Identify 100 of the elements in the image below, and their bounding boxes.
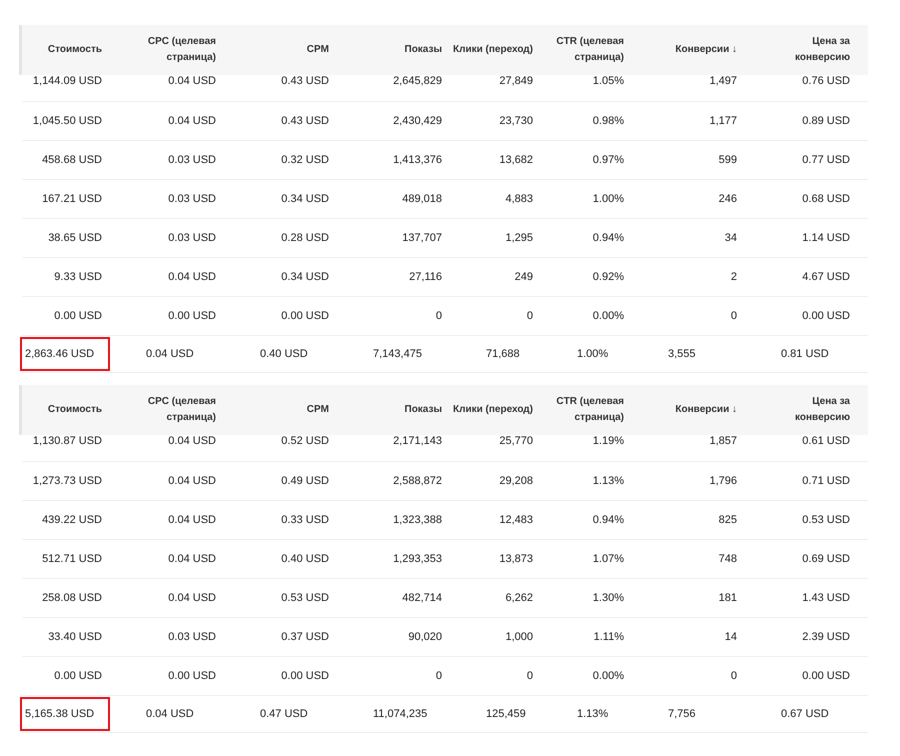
table-cell-text: 0.04 USD xyxy=(167,271,216,283)
table-cell-text: 0.40 USD xyxy=(280,553,329,565)
table-cell-text: 0.97% xyxy=(592,154,624,166)
table-cell-text: 0.33 USD xyxy=(280,514,329,526)
table-cell-text: 0.00 USD xyxy=(280,310,329,322)
table-cell-text: 0.00 USD xyxy=(167,310,216,322)
column-header[interactable]: Показы xyxy=(404,402,442,418)
column-header[interactable]: CPM xyxy=(306,402,329,418)
table-cell-text: 1.30% xyxy=(592,592,624,604)
table-cell-text: 0.00 USD xyxy=(801,670,850,682)
table-cell-text: 9.33 USD xyxy=(53,271,102,283)
total-cell-text: 0.04 USD xyxy=(145,708,195,720)
column-header[interactable]: Конверсии ↓ xyxy=(675,402,737,418)
table-cell-text: 0.03 USD xyxy=(167,193,216,205)
table-cell-text: 29,208 xyxy=(498,475,533,487)
table-cell-text: 0.71 USD xyxy=(801,475,850,487)
table-cell-text: 0.61 USD xyxy=(801,435,850,447)
column-header[interactable]: Цена за конверсию xyxy=(766,394,850,426)
table-cell-text: 90,020 xyxy=(407,631,442,643)
table-cell-text: 1.07% xyxy=(592,553,624,565)
table-cell-text: 246 xyxy=(718,193,737,205)
total-cell-text: 125,459 xyxy=(485,708,527,720)
table-cell-text: 1,323,388 xyxy=(392,514,442,526)
total-cell-text: 3,555 xyxy=(667,348,697,360)
table-cell-text: 1.00% xyxy=(592,193,624,205)
table-cell-text: 0.03 USD xyxy=(167,154,216,166)
column-header[interactable]: Конверсии ↓ xyxy=(675,42,737,58)
table-cell-text: 14 xyxy=(724,631,737,643)
column-header[interactable]: CTR (целевая страница) xyxy=(540,394,624,426)
table-cell-text: 1,177 xyxy=(708,115,737,127)
table-cell-text: 0.68 USD xyxy=(801,193,850,205)
column-header[interactable]: CPM xyxy=(306,42,329,58)
table-cell-text: 1,293,353 xyxy=(392,553,442,565)
table-cell-text: 0.04 USD xyxy=(167,514,216,526)
table-cell-text: 1,796 xyxy=(708,475,737,487)
total-cell-text: 0.04 USD xyxy=(145,348,195,360)
total-cell-text: 0.40 USD xyxy=(259,348,309,360)
column-header[interactable]: CTR (целевая страница) xyxy=(540,34,624,66)
table-cell-text: 0 xyxy=(730,670,737,682)
table-cell-text: 0.34 USD xyxy=(280,193,329,205)
table-cell-text: 0.98% xyxy=(592,115,624,127)
table-cell-text: 23,730 xyxy=(498,115,533,127)
table-cell-text: 1.43 USD xyxy=(801,592,850,604)
total-cell-text: 71,688 xyxy=(485,348,521,360)
total-cell-text: 1.13% xyxy=(576,708,610,720)
column-header[interactable]: Стоимость xyxy=(48,402,102,418)
table-cell-text: 2 xyxy=(730,271,737,283)
table-cell-text: 1,130.87 USD xyxy=(32,435,102,447)
table-cell-text: 0 xyxy=(434,670,442,682)
table-cell-text: 4.67 USD xyxy=(801,271,850,283)
table-cell-text: 0.53 USD xyxy=(280,592,329,604)
column-header[interactable]: Стоимость xyxy=(48,42,102,58)
highlighted-total-cell: 2,863.46 USD xyxy=(22,339,108,369)
table-cell-text: 0.04 USD xyxy=(167,592,216,604)
table-cell-text: 1,413,376 xyxy=(392,154,442,166)
table-cell-text: 0 xyxy=(526,670,533,682)
table-cell-text: 13,873 xyxy=(498,553,533,565)
table-cell-text: 0.04 USD xyxy=(167,115,216,127)
table-cell-text: 0.00 USD xyxy=(53,310,102,322)
total-cell-text: 0.67 USD xyxy=(780,708,830,720)
column-header[interactable]: Клики (переход) xyxy=(453,42,533,58)
table-cell-text: 2,645,829 xyxy=(392,75,442,87)
table-cell-text: 2,588,872 xyxy=(392,475,442,487)
column-header[interactable]: Цена за конверсию xyxy=(766,34,850,66)
total-cell-text: 0.47 USD xyxy=(259,708,309,720)
table-cell-text: 489,018 xyxy=(401,193,442,205)
column-header[interactable]: Клики (переход) xyxy=(453,402,533,418)
table-cell-text: 1,295 xyxy=(504,232,533,244)
table-cell-text: 0.94% xyxy=(592,514,624,526)
table-cell-text: 0.00 USD xyxy=(167,670,216,682)
table-cell-text: 0.03 USD xyxy=(167,631,216,643)
table-cell-text: 1,144.09 USD xyxy=(32,75,102,87)
table-cell-text: 1.14 USD xyxy=(801,232,850,244)
table-cell-text: 25,770 xyxy=(498,435,533,447)
table-cell-text: 33.40 USD xyxy=(47,631,102,643)
total-cell-text: 0.81 USD xyxy=(780,348,830,360)
column-header[interactable]: Показы xyxy=(404,42,442,58)
table-cell-text: 0.76 USD xyxy=(801,75,850,87)
table-cell-text: 12,483 xyxy=(498,514,533,526)
column-header[interactable]: CPC (целевая страница) xyxy=(132,394,216,426)
total-cell-text: 7,756 xyxy=(667,708,697,720)
table-cell-text: 1,497 xyxy=(708,75,737,87)
table-cell-text: 137,707 xyxy=(401,232,442,244)
table-cell-text: 0.04 USD xyxy=(167,553,216,565)
table-cell-text: 0.89 USD xyxy=(801,115,850,127)
table-cell-text: 0.03 USD xyxy=(167,232,216,244)
table-cell-text: 1,045.50 USD xyxy=(32,115,102,127)
table-cell-text: 512.71 USD xyxy=(41,553,102,565)
table-cell-text: 0.04 USD xyxy=(167,75,216,87)
total-cell-text: 7,143,475 xyxy=(372,348,423,360)
table-cell-text: 748 xyxy=(718,553,737,565)
table-cell-text: 0.00 USD xyxy=(801,310,850,322)
table-cell-text: 458.68 USD xyxy=(41,154,102,166)
table-cell-text: 0.00% xyxy=(592,670,624,682)
table-cell-text: 1.05% xyxy=(592,75,624,87)
table-cell-text: 181 xyxy=(718,592,737,604)
column-header[interactable]: CPC (целевая страница) xyxy=(132,34,216,66)
table-cell-text: 0.37 USD xyxy=(280,631,329,643)
total-cell-text: 1.00% xyxy=(576,348,610,360)
table-cell-text: 249 xyxy=(514,271,533,283)
